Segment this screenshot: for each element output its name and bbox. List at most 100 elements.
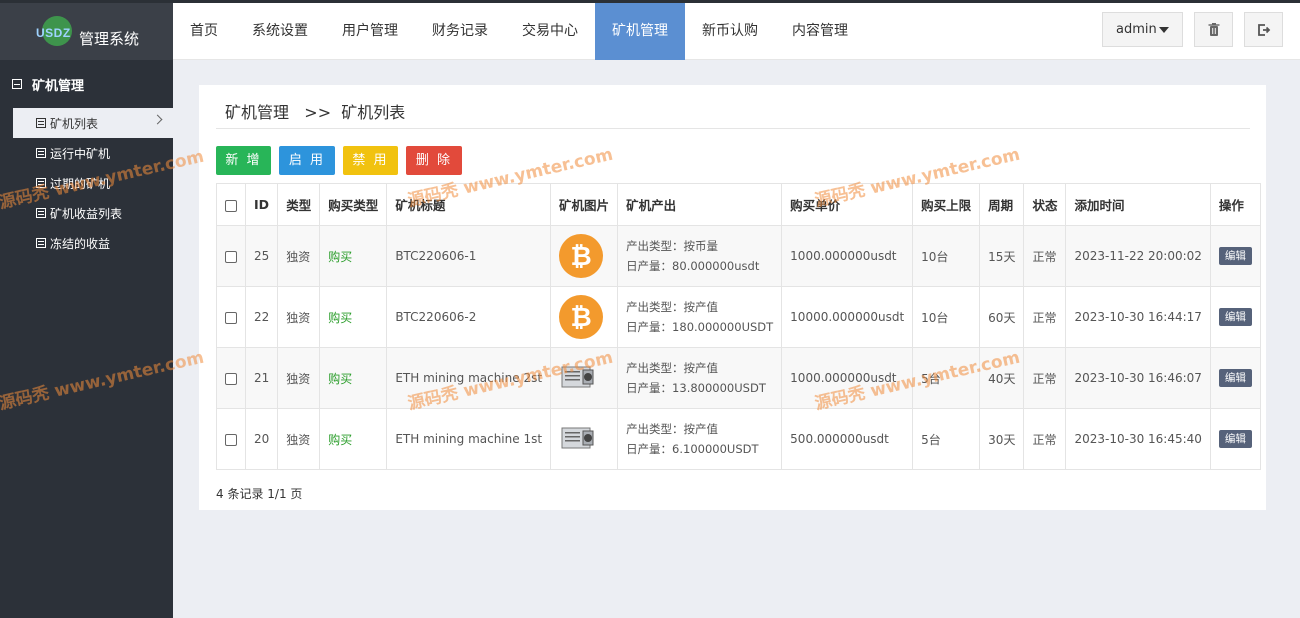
cell-title: BTC220606-2 [386, 286, 552, 348]
daily-output: 日产量：180.000000USDT [626, 320, 774, 334]
pagination-summary: 4 条记录 1/1 页 [216, 487, 303, 501]
cell-id: 22 [244, 286, 279, 348]
cell-buy-type: 购买 [319, 408, 388, 470]
column-header: 购买上限 [912, 183, 981, 226]
clear-cache-button[interactable] [1194, 12, 1233, 47]
add-button[interactable]: 新 增 [216, 146, 271, 175]
top-header: 首页 系统设置 用户管理 财务记录 交易中心 矿机管理 新币认购 内容管理 ad… [173, 3, 1300, 60]
cell-id: 25 [244, 225, 279, 287]
column-header: 矿机产出 [617, 183, 783, 226]
nav-home[interactable]: 首页 [173, 3, 235, 60]
cell-buy-type: 购买 [319, 225, 388, 287]
column-header: 添加时间 [1065, 183, 1211, 226]
edit-button[interactable]: 编辑 [1218, 369, 1252, 387]
nav-finance-records[interactable]: 财务记录 [415, 3, 505, 60]
sidebar: USDZ 管理系统 矿机管理 矿机列表 运行中矿机 过期的矿机 矿机收益列表 冻… [0, 3, 173, 618]
sidebar-item-expired-miners[interactable]: 过期的矿机 [0, 168, 173, 198]
sidebar-item-miner-earnings[interactable]: 矿机收益列表 [0, 198, 173, 228]
edit-button[interactable]: 编辑 [1218, 308, 1252, 326]
nav-trading-center[interactable]: 交易中心 [505, 3, 595, 60]
column-header: 矿机图片 [550, 183, 619, 226]
edit-button[interactable]: 编辑 [1218, 430, 1252, 448]
nav-new-coin-subscription[interactable]: 新币认购 [685, 3, 775, 60]
sidebar-item-label: 矿机收益列表 [50, 206, 123, 221]
sidebar-item-label: 冻结的收益 [50, 236, 111, 251]
cell-period: 40天 [979, 347, 1025, 409]
cell-limit: 10台 [912, 286, 981, 348]
cell-output: 产出类型：按产值日产量：6.100000USDT [617, 408, 783, 470]
cell-buy-type: 购买 [319, 286, 388, 348]
column-header: ID [244, 183, 279, 226]
app-title: 管理系统 [79, 30, 140, 48]
collapse-icon [12, 79, 22, 89]
sidebar-section-mining[interactable]: 矿机管理 [0, 60, 173, 108]
cell-status: 正常 [1023, 347, 1067, 409]
enable-button[interactable]: 启 用 [279, 146, 335, 175]
divider [216, 128, 1250, 129]
cell-action: 编辑 [1209, 347, 1261, 409]
content-panel: 矿机管理 >> 矿机列表 新 增 启 用 禁 用 删 除 ID 类型 购买类型 … [199, 85, 1266, 510]
cell-type: 独资 [277, 347, 321, 409]
cell-period: 30天 [979, 408, 1025, 470]
cell-id: 21 [244, 347, 279, 409]
sidebar-item-running-miners[interactable]: 运行中矿机 [0, 138, 173, 168]
table-row: 25 独资 购买 BTC220606-1 ₿ 产出类型：按币量 日产量：80.00… [216, 225, 1261, 287]
cell-image [550, 347, 619, 409]
chevron-right-icon [152, 114, 163, 125]
sidebar-item-miner-list[interactable]: 矿机列表 [13, 108, 173, 138]
cell-limit: 5台 [912, 347, 981, 409]
column-header: 操作 [1209, 183, 1261, 226]
output-type: 产出类型：按产值 [626, 300, 719, 314]
row-checkbox[interactable] [225, 433, 237, 446]
list-icon [36, 118, 46, 128]
cell-time: 2023-10-30 16:46:07 [1065, 347, 1211, 409]
table-header-row: ID 类型 购买类型 矿机标题 矿机图片 矿机产出 购买单价 购买上限 周期 状… [216, 183, 1261, 226]
output-type: 产出类型：按产值 [626, 422, 719, 436]
delete-button[interactable]: 删 除 [406, 146, 462, 175]
breadcrumb-parent[interactable]: 矿机管理 [225, 103, 289, 122]
cell-time: 2023-10-30 16:44:17 [1065, 286, 1211, 348]
column-header: 类型 [277, 183, 321, 226]
cell-image [550, 408, 619, 470]
row-checkbox[interactable] [225, 250, 237, 263]
miner-table: ID 类型 购买类型 矿机标题 矿机图片 矿机产出 购买单价 购买上限 周期 状… [216, 183, 1261, 470]
cell-time: 2023-11-22 20:00:02 [1065, 225, 1211, 287]
select-all-checkbox[interactable] [225, 199, 237, 212]
sidebar-item-frozen-earnings[interactable]: 冻结的收益 [0, 228, 173, 258]
column-header: 购买单价 [781, 183, 914, 226]
trash-icon [1208, 22, 1219, 36]
user-menu-button[interactable]: admin [1102, 12, 1183, 47]
cell-image: ₿ [550, 225, 619, 287]
cell-period: 15天 [979, 225, 1025, 287]
row-checkbox[interactable] [225, 372, 237, 385]
sidebar-item-label: 运行中矿机 [50, 146, 111, 161]
list-icon [36, 148, 46, 158]
nav-user-management[interactable]: 用户管理 [325, 3, 415, 60]
row-checkbox[interactable] [225, 311, 237, 324]
logout-button[interactable] [1244, 12, 1283, 47]
table-row: 22 独资 购买 BTC220606-2 ₿ 产出类型：按产值 日产量：180.0… [216, 286, 1261, 348]
table-row: 20 独资 购买 ETH mining machine 1st 产出类型：按产值… [216, 408, 1261, 470]
breadcrumb: 矿机管理 >> 矿机列表 [225, 99, 405, 123]
logo: USDZ 管理系统 [0, 3, 173, 60]
nav-system-settings[interactable]: 系统设置 [235, 3, 325, 60]
sidebar-item-label: 过期的矿机 [50, 176, 111, 191]
sidebar-item-label: 矿机列表 [50, 116, 99, 131]
bitcoin-icon: ₿ [559, 295, 604, 339]
edit-button[interactable]: 编辑 [1218, 247, 1252, 265]
nav-content-management[interactable]: 内容管理 [775, 3, 865, 60]
list-icon [36, 178, 46, 188]
cell-limit: 10台 [912, 225, 981, 287]
nav-miner-management[interactable]: 矿机管理 [595, 3, 685, 60]
disable-button[interactable]: 禁 用 [343, 146, 398, 175]
logout-icon [1257, 23, 1270, 36]
cell-status: 正常 [1023, 225, 1067, 287]
column-header: 购买类型 [319, 183, 388, 226]
daily-output: 日产量：6.100000USDT [626, 442, 759, 456]
cell-status: 正常 [1023, 408, 1067, 470]
cell-price: 500.000000usdt [781, 408, 914, 470]
cell-price: 1000.000000usdt [781, 347, 914, 409]
miner-icon [561, 366, 594, 387]
cell-action: 编辑 [1209, 408, 1261, 470]
cell-title: ETH mining machine 2st [386, 347, 552, 409]
